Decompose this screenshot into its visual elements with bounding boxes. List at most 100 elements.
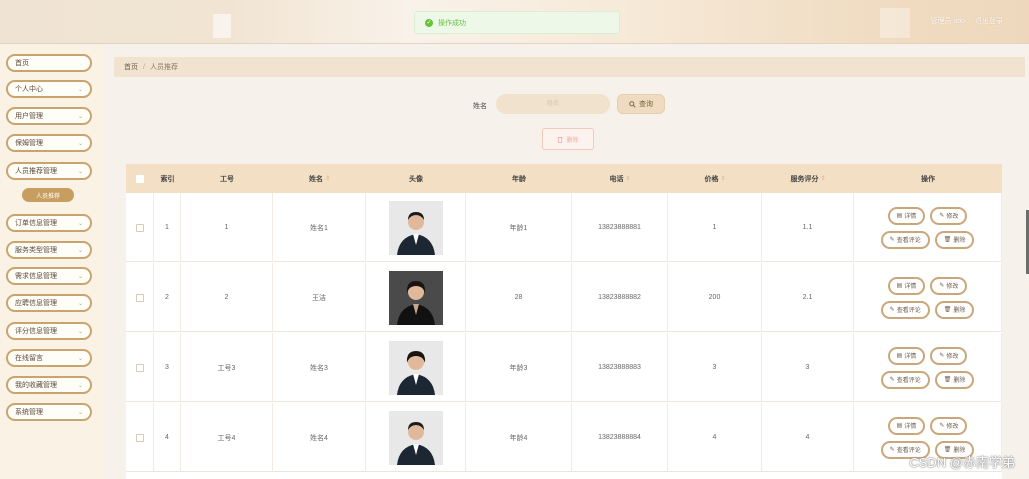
cell-score: 1.1 xyxy=(762,193,854,262)
detail-button[interactable]: ▤ 详情 xyxy=(887,276,926,295)
edit-icon: ✎ xyxy=(939,213,945,219)
edit-button[interactable]: ✎ 修改 xyxy=(930,206,968,225)
cell-age: 年龄3 xyxy=(466,333,572,402)
decorative-highlight xyxy=(213,14,231,38)
column-header[interactable]: 服务评分 ⇕ xyxy=(762,164,854,193)
delete-button[interactable]: 🗑 删除 xyxy=(934,230,975,249)
chevron-down-icon: ⌄ xyxy=(77,220,83,227)
logout-link[interactable]: 退出登录 xyxy=(975,16,1003,26)
cell-price: 200 xyxy=(668,263,762,332)
sidebar-item[interactable]: 应聘信息管理 ⌄ xyxy=(6,294,92,312)
column-header-label: 服务评分 xyxy=(790,175,819,183)
sidebar-item-label: 保姆管理 xyxy=(15,140,43,147)
edit-button[interactable]: ✎ 修改 xyxy=(930,346,968,365)
chevron-down-icon: ⌄ xyxy=(77,409,83,416)
chevron-down-icon: ⌄ xyxy=(77,273,83,280)
breadcrumb-current: 人员推荐 xyxy=(149,64,178,71)
query-button[interactable]: 查询 xyxy=(617,94,665,114)
sidebar-item-label: 应聘信息管理 xyxy=(15,300,57,307)
sort-icon[interactable]: ⇕ xyxy=(625,175,630,182)
view-comments-button[interactable]: ✎ 查看评论 xyxy=(880,370,930,389)
sidebar-item[interactable]: 服务类型管理 ⌄ xyxy=(6,241,92,259)
sidebar-item[interactable]: 首页 xyxy=(6,54,92,72)
batch-delete-label: 删除 xyxy=(566,137,579,144)
sidebar-item-label: 在线留言 xyxy=(15,355,43,362)
sidebar-subitem-active[interactable]: 人员推荐 xyxy=(22,188,74,202)
sidebar-item[interactable]: 个人中心 ⌄ xyxy=(6,80,92,98)
delete-button[interactable]: 🗑 删除 xyxy=(934,300,975,319)
row-checkbox[interactable] xyxy=(135,433,144,442)
document-icon: ▤ xyxy=(896,283,903,289)
cell-phone: 13823888881 xyxy=(572,193,668,262)
column-header-label: 索引 xyxy=(160,175,175,183)
sidebar-item[interactable]: 订单信息管理 ⌄ xyxy=(6,214,92,232)
sort-icon[interactable]: ⇕ xyxy=(720,175,725,182)
cell-index: 4 xyxy=(154,403,181,472)
sidebar-item[interactable]: 系统管理 ⌄ xyxy=(6,403,92,421)
row-checkbox-cell xyxy=(126,263,154,332)
user-area: 管理员 abo 退出登录 xyxy=(930,16,1003,26)
sidebar-item[interactable]: 用户管理 ⌄ xyxy=(6,107,92,125)
document-icon: ▤ xyxy=(896,423,903,429)
name-search-input[interactable] xyxy=(496,94,610,114)
column-header[interactable]: 索引 xyxy=(154,164,181,193)
column-header[interactable]: 操作 xyxy=(854,164,1002,193)
sidebar-item[interactable]: 在线留言 ⌄ xyxy=(6,349,92,367)
detail-button[interactable]: ▤ 详情 xyxy=(887,416,926,435)
cell-score: 2.1 xyxy=(762,263,854,332)
cell-name: 姓名3 xyxy=(273,333,366,402)
view-comments-button-label: 查看评论 xyxy=(896,308,921,314)
breadcrumb-home[interactable]: 首页 xyxy=(124,62,138,72)
delete-button-label: 删除 xyxy=(953,308,966,314)
column-header-label: 年龄 xyxy=(512,175,526,183)
view-comments-button[interactable]: ✎ 查看评论 xyxy=(880,300,930,319)
cell-index: 3 xyxy=(154,333,181,402)
column-header[interactable]: 电话 ⇕ xyxy=(572,164,668,193)
sort-icon[interactable]: ⇕ xyxy=(325,175,330,182)
cell-score: 3 xyxy=(762,333,854,402)
cell-index: 2 xyxy=(154,263,181,332)
sidebar-item-label: 服务类型管理 xyxy=(15,247,57,254)
edit-button[interactable]: ✎ 修改 xyxy=(930,416,968,435)
detail-button[interactable]: ▤ 详情 xyxy=(887,206,926,225)
row-checkbox[interactable] xyxy=(135,363,144,372)
sidebar-item[interactable]: 需求信息管理 ⌄ xyxy=(6,267,92,285)
sidebar-item-label: 订单信息管理 xyxy=(15,220,57,227)
edit-button[interactable]: ✎ 修改 xyxy=(930,276,968,295)
column-header[interactable]: 工号 xyxy=(181,164,273,193)
cell-phone: 13823888883 xyxy=(572,333,668,402)
column-header[interactable]: 姓名 ⇕ xyxy=(273,164,366,193)
trash-icon: 🗑 xyxy=(943,307,952,313)
detail-button[interactable]: ▤ 详情 xyxy=(887,346,926,365)
chevron-down-icon: ⌄ xyxy=(77,382,83,389)
sort-icon[interactable]: ⇕ xyxy=(820,175,825,182)
column-header-label: 姓名 xyxy=(308,175,323,183)
row-checkbox[interactable] xyxy=(135,293,144,302)
column-header[interactable]: 头像 xyxy=(366,164,466,193)
delete-button[interactable]: 🗑 删除 xyxy=(934,370,975,389)
actions-cell: ▤ 详情 ✎ 修改 ✎ 查看评论 🗑 删除 xyxy=(854,333,1002,402)
chevron-down-icon: ⌄ xyxy=(77,113,83,120)
view-comments-button[interactable]: ✎ 查看评论 xyxy=(880,230,930,249)
decorative-highlight xyxy=(880,8,910,38)
row-checkbox[interactable] xyxy=(135,223,144,232)
cell-price: 3 xyxy=(668,333,762,402)
action-line: ✎ 查看评论 🗑 删除 xyxy=(880,370,975,389)
sidebar-item[interactable]: 保姆管理 ⌄ xyxy=(6,134,92,152)
select-all-checkbox[interactable] xyxy=(126,164,154,193)
cell-age: 年龄1 xyxy=(466,193,572,262)
sidebar-item[interactable]: 评分信息管理 ⌄ xyxy=(6,322,92,340)
trash-icon: 🗑 xyxy=(943,377,952,383)
batch-delete-button[interactable]: 删除 xyxy=(542,128,594,150)
column-header[interactable]: 价格 ⇕ xyxy=(668,164,762,193)
chevron-down-icon: ⌄ xyxy=(77,355,83,362)
avatar-cell xyxy=(366,333,466,402)
column-header[interactable]: 年龄 xyxy=(466,164,572,193)
sidebar-item[interactable]: 人员推荐管理 ⌄ xyxy=(6,162,92,180)
check-circle-icon: ✓ xyxy=(425,18,433,27)
sidebar-item-label: 用户管理 xyxy=(15,113,43,120)
toast-text: 操作成功 xyxy=(438,19,466,27)
view-comments-button-label: 查看评论 xyxy=(896,378,921,384)
checkbox[interactable] xyxy=(136,174,144,183)
sidebar-item[interactable]: 我的收藏管理 ⌄ xyxy=(6,376,92,394)
